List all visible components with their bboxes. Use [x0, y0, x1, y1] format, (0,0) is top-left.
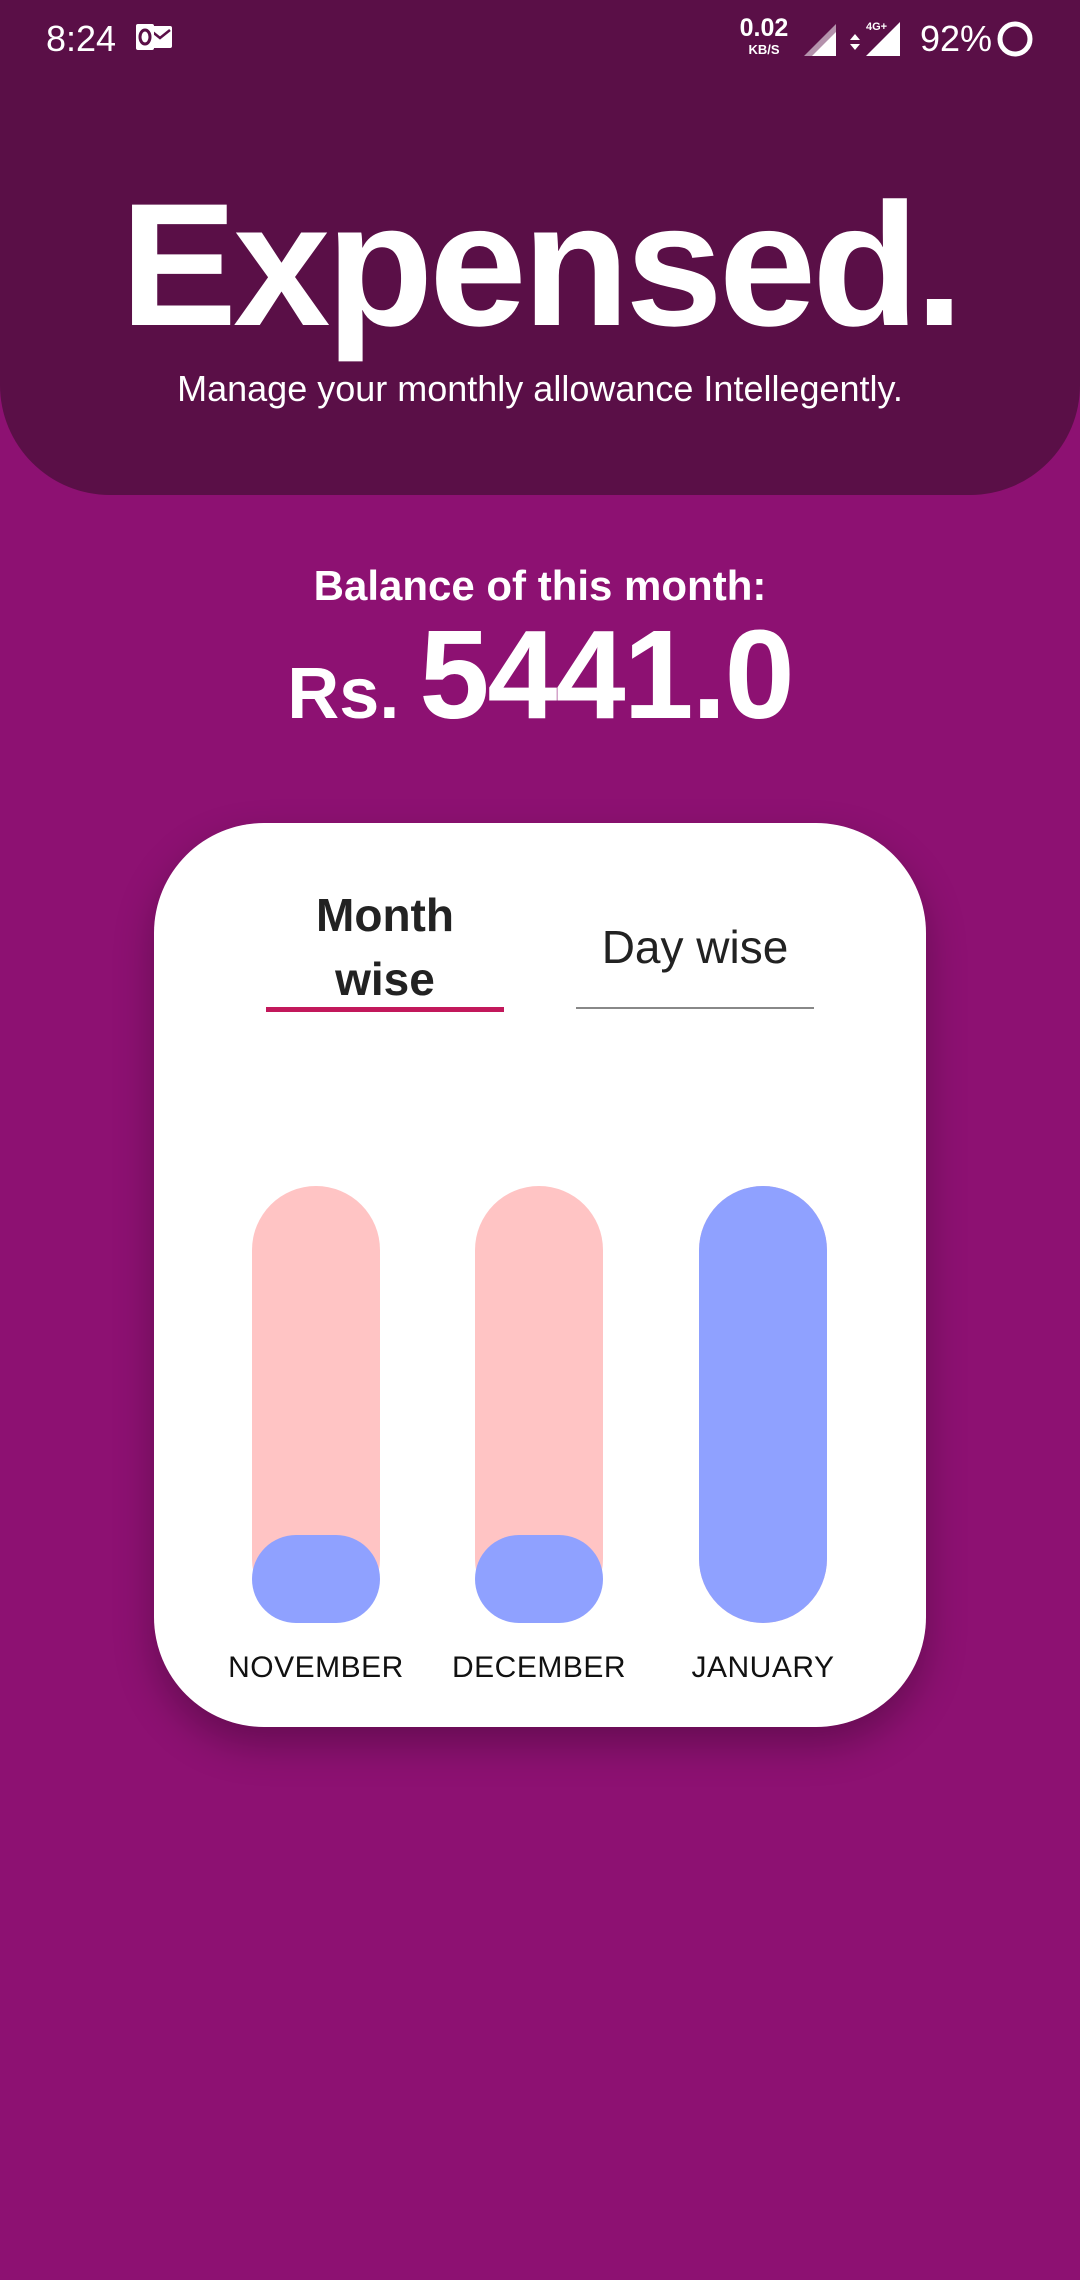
bar-label-december: DECEMBER [451, 1651, 627, 1684]
balance-label: Balance of this month: [313, 562, 767, 609]
battery-ring-icon [997, 21, 1033, 57]
outlook-notification-icon [136, 24, 172, 50]
bar-fill-november [252, 1535, 380, 1623]
bar-fill-january [699, 1186, 827, 1623]
status-bar: 8:24 0.02 KB/S 4G+ 92% [0, 0, 1080, 80]
signal-4g-icon: 4G+ [850, 21, 900, 56]
bar-label-january: JANUARY [691, 1651, 835, 1684]
balance-currency: Rs. [287, 654, 400, 734]
app-title: Expensed. [120, 168, 963, 363]
network-speed: 0.02 KB/S [736, 14, 792, 57]
app-tagline: Manage your monthly allowance Intellegen… [177, 368, 903, 409]
signal-icon [804, 24, 836, 56]
balance-amount: 5441.0 [419, 604, 794, 745]
network-speed-unit: KB/S [748, 42, 780, 57]
bar-label-november: NOVEMBER [228, 1651, 404, 1684]
battery-percent: 92% [920, 18, 993, 59]
balance-amount-row: Rs. 5441.0 [0, 612, 1080, 738]
network-type-label: 4G+ [866, 21, 887, 33]
bar-fill-december [475, 1535, 603, 1623]
network-speed-value: 0.02 [739, 14, 789, 42]
monthly-bar-chart [252, 1186, 827, 1623]
expense-chart-card: Month wise Day wise NOVEMBER DECEMBER JANU… [154, 823, 926, 1727]
status-time: 8:24 [46, 18, 117, 59]
